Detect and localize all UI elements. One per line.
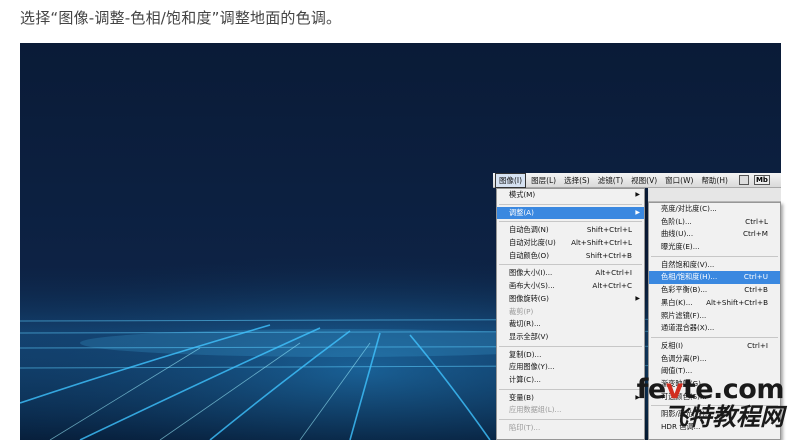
menu-item[interactable]: 色阶(L)... Ctrl+L <box>649 216 780 229</box>
menu-item[interactable]: 图像大小(I)... Alt+Ctrl+I <box>497 267 644 280</box>
menu-item[interactable]: 复制(D)... <box>497 349 644 362</box>
menu-separator <box>499 419 642 420</box>
menubar-help[interactable]: 帮助(H) <box>698 174 731 187</box>
menu-item-label: 画布大小(S)... <box>509 281 555 291</box>
menu-item-label: 亮度/对比度(C)... <box>661 204 717 213</box>
menu-separator <box>499 345 642 347</box>
menu-item-shortcut: Alt+Ctrl+C <box>592 281 632 291</box>
menubar-layer[interactable]: 图层(L) <box>528 174 559 187</box>
menubar-view[interactable]: 视图(V) <box>628 174 660 187</box>
menu-item: 陷印(T)... <box>497 422 644 435</box>
menu-item-shortcut: Ctrl+B <box>744 285 768 295</box>
menu-item-label: 自动颜色(O) <box>509 250 550 260</box>
menu-item[interactable]: 变量(B) ▶ <box>497 392 644 405</box>
menu-item-label: 裁剪(P) <box>509 306 534 316</box>
menu-item-shortcut: Ctrl+U <box>743 272 768 282</box>
menu-item[interactable]: 色相/饱和度(H)... Ctrl+U <box>649 271 780 285</box>
menu-item-shortcut: Ctrl+L <box>745 216 768 226</box>
menu-item-shortcut: Alt+Shift+Ctrl+L <box>571 238 632 248</box>
menu-item-label: 色相/饱和度(H)... <box>661 272 718 282</box>
menu-item-label: 自动对比度(U) <box>509 238 556 248</box>
menu-separator <box>499 388 642 390</box>
caption-text: 选择“图像-调整-色相/饱和度”调整地面的色调。 <box>20 9 342 27</box>
menu-item-label: 变量(B) <box>509 392 534 402</box>
menubar-window[interactable]: 窗口(W) <box>662 174 696 187</box>
menu-separator <box>651 336 778 338</box>
menu-item[interactable]: 调整(A) ▶ <box>497 206 644 220</box>
menu-item-shortcut: Alt+Ctrl+I <box>595 268 632 278</box>
menu-item-label: 模式(M) <box>509 190 536 199</box>
menu-item[interactable]: 应用图像(Y)... <box>497 361 644 374</box>
menu-item[interactable]: 自然饱和度(V)... <box>649 259 780 272</box>
menu-item-label: 通道混合器(X)... <box>661 323 715 333</box>
menu-item[interactable]: 自动对比度(U) Alt+Shift+Ctrl+L <box>497 237 644 250</box>
menu-item[interactable]: 裁切(R)... <box>497 318 644 331</box>
menu-separator <box>499 221 642 223</box>
minibridge-icon[interactable]: Mb <box>753 175 770 185</box>
menu-item-label: 图像旋转(G) <box>509 293 549 303</box>
menu-item-label: 色阶(L)... <box>661 216 692 226</box>
menu-item-label: 计算(C)... <box>509 374 541 384</box>
menu-item[interactable]: 模式(M) ▶ <box>497 189 644 202</box>
menubar-select[interactable]: 选择(S) <box>561 174 593 187</box>
menu-item-label: 复制(D)... <box>509 349 542 359</box>
menu-item[interactable]: 曲线(U)... Ctrl+M <box>649 228 780 241</box>
image-menu-dropdown: 模式(M) ▶ 调整(A) ▶ 自动色调(N) Shift+Ctrl+L 自动对比度(U) A… <box>496 188 645 440</box>
menu-item-label: 自动色调(N) <box>509 225 549 235</box>
menu-bar: 图像(I) 图层(L) 选择(S) 滤镜(T) 视图(V) 窗口(W) 帮助(H… <box>493 172 781 188</box>
menubar-filter[interactable]: 滤镜(T) <box>595 174 626 187</box>
menu-item-shortcut: Shift+Ctrl+B <box>585 250 632 260</box>
menu-item[interactable]: 黑白(K)... Alt+Shift+Ctrl+B <box>649 297 780 310</box>
options-toolstrip <box>648 188 781 202</box>
menu-item[interactable]: 亮度/对比度(C)... <box>649 203 780 216</box>
menu-separator <box>499 264 642 266</box>
menu-item-label: 陷印(T)... <box>509 423 541 432</box>
menu-item[interactable]: 曝光度(E)... <box>649 241 780 254</box>
menu-item[interactable]: 画布大小(S)... Alt+Ctrl+C <box>497 280 644 293</box>
menu-item[interactable]: 色调分离(P)... <box>649 353 780 366</box>
menu-item[interactable]: 显示全部(V) <box>497 331 644 344</box>
watermark-url: fevte.com <box>636 374 785 405</box>
menu-item-label: 黑白(K)... <box>661 297 693 307</box>
menu-item-label: 图像大小(I)... <box>509 268 553 278</box>
menu-item[interactable]: 通道混合器(X)... <box>649 322 780 335</box>
menu-item-label: 调整(A) <box>509 207 534 217</box>
submenu-arrow-icon: ▶ <box>635 191 640 198</box>
menu-item-label: 曝光度(E)... <box>661 242 700 252</box>
menu-item-label: 色彩平衡(B)... <box>661 285 708 295</box>
menu-item-label: 应用数据组(L)... <box>509 405 562 415</box>
menu-item-label: 显示全部(V) <box>509 331 549 341</box>
bridge-icon[interactable] <box>738 175 749 185</box>
menu-item-label: 自然饱和度(V)... <box>661 259 715 269</box>
submenu-arrow-icon: ▶ <box>635 294 640 302</box>
menu-item[interactable]: 照片滤镜(F)... <box>649 310 780 323</box>
menu-item-shortcut: Ctrl+M <box>742 229 768 239</box>
menu-separator <box>651 255 778 257</box>
menu-item[interactable]: 图像旋转(G) ▶ <box>497 293 644 306</box>
menu-item-label: 照片滤镜(F)... <box>661 310 707 320</box>
menu-item[interactable]: 计算(C)... <box>497 374 644 387</box>
watermark-name: 飞特教程网 <box>664 403 784 431</box>
menu-item[interactable]: 自动颜色(O) Shift+Ctrl+B <box>497 250 644 263</box>
menu-item-shortcut: Alt+Shift+Ctrl+B <box>706 297 768 307</box>
menu-separator <box>499 203 642 205</box>
menu-item-label: 反相(I) <box>661 340 684 350</box>
menu-item[interactable]: 反相(I) Ctrl+I <box>649 340 780 353</box>
menu-item-label: 色调分离(P)... <box>661 353 707 363</box>
menubar-image[interactable]: 图像(I) <box>495 172 527 188</box>
menu-item[interactable]: 色彩平衡(B)... Ctrl+B <box>649 284 780 297</box>
menu-item[interactable]: 自动色调(N) Shift+Ctrl+L <box>497 224 644 237</box>
menu-item-label: 应用图像(Y)... <box>509 362 555 372</box>
submenu-arrow-icon: ▶ <box>635 208 640 216</box>
site-watermark: fevte.com 飞特教程网 <box>636 374 785 431</box>
menu-item: 裁剪(P) <box>497 306 644 319</box>
menu-item-label: 裁切(R)... <box>509 319 541 329</box>
menu-item: 应用数据组(L)... <box>497 404 644 417</box>
menu-item-label: 曲线(U)... <box>661 229 694 239</box>
menu-item-shortcut: Ctrl+I <box>747 340 768 350</box>
menu-item-shortcut: Shift+Ctrl+L <box>586 225 632 235</box>
